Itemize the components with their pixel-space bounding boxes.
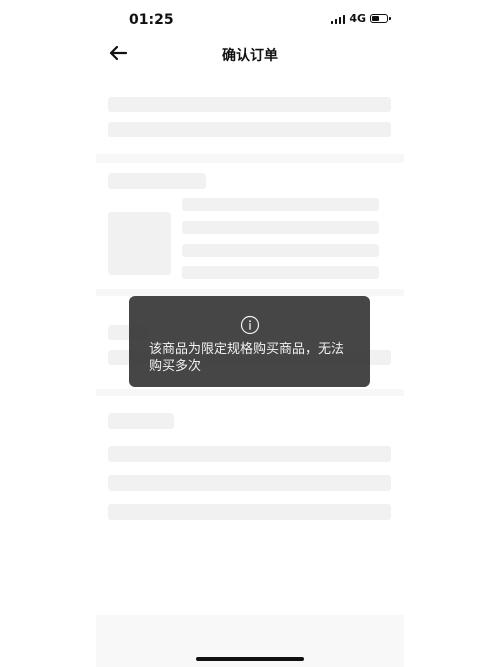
battery-icon [370,14,391,23]
skeleton-product-line [182,198,379,211]
skeleton-product-image [108,212,171,275]
section-divider [96,289,404,296]
status-indicators: 4G [330,12,391,25]
skeleton-shop-name [108,173,206,189]
skeleton-address-line [108,97,391,112]
network-label: 4G [349,12,366,25]
page-title: 确认订单 [222,48,278,64]
skeleton-product-line [182,266,379,279]
skeleton-address-line [108,122,391,137]
status-time: 01:25 [129,12,174,28]
skeleton-product-line [182,221,379,234]
toast-text: 该商品为限定规格购买商品，无法购买多次 [149,342,345,374]
skeleton-product-line [182,244,379,257]
section-divider [96,389,404,396]
skeleton-price-line [108,504,391,520]
skeleton-price-line [108,446,391,462]
info-icon [240,315,259,335]
screen: 01:25 4G 确认订单 该商品为限定规格购买商品，无法购买多次 [96,0,404,667]
skeleton-price-title [108,413,174,429]
section-divider [96,154,404,163]
toast-message: 该商品为限定规格购买商品，无法购买多次 [129,296,370,387]
skeleton-price-line [108,475,391,491]
home-indicator[interactable] [196,657,304,661]
signal-icon [330,14,346,24]
